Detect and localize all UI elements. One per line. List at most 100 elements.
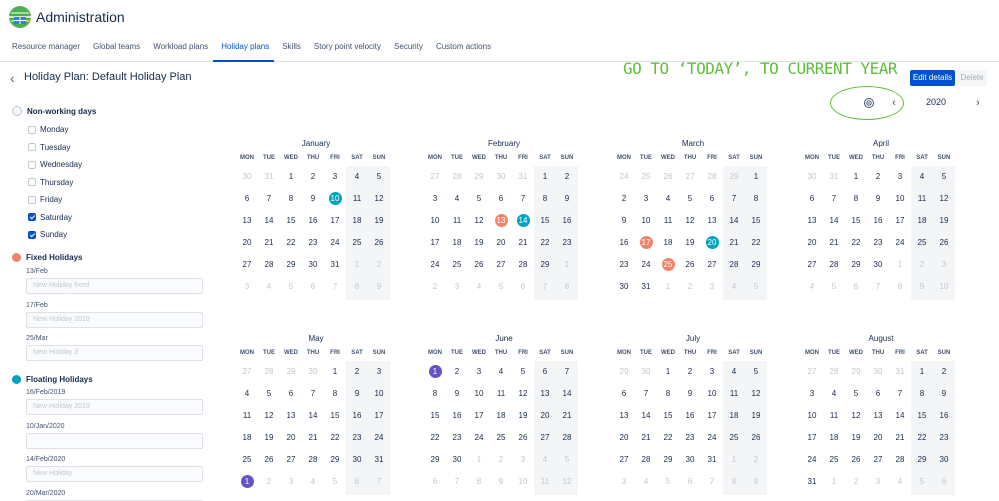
calendar-day[interactable]: 5 (368, 166, 390, 188)
calendar-day[interactable]: 2 (867, 166, 889, 188)
calendar-day[interactable]: 18 (236, 427, 258, 449)
calendar-day[interactable]: 31 (324, 254, 346, 276)
calendar-day[interactable]: 14 (258, 210, 280, 232)
calendar-day[interactable]: 17 (424, 232, 446, 254)
calendar-day[interactable]: 11 (346, 188, 368, 210)
floating-holiday-name-input[interactable]: New Holiday 2019 (26, 399, 203, 415)
calendar-day-outside[interactable]: 9 (745, 471, 767, 493)
calendar-day[interactable]: 1 (280, 166, 302, 188)
calendar-day[interactable]: 21 (512, 232, 534, 254)
calendar-day[interactable]: 5 (512, 361, 534, 383)
calendar-day-outside[interactable]: 3 (280, 471, 302, 493)
calendar-day[interactable]: 28 (258, 254, 280, 276)
checkbox[interactable] (28, 178, 36, 186)
calendar-day[interactable]: 2 (679, 361, 701, 383)
calendar-day[interactable]: 6 (490, 188, 512, 210)
calendar-day[interactable]: 21 (302, 427, 324, 449)
calendar-day-outside[interactable]: 4 (801, 276, 823, 298)
calendar-day-outside[interactable]: 3 (613, 471, 635, 493)
nonworking-day-monday[interactable]: Monday (28, 125, 68, 134)
calendar-day[interactable]: 24 (324, 232, 346, 254)
calendar-day[interactable]: 6 (801, 188, 823, 210)
calendar-day-outside[interactable]: 30 (801, 166, 823, 188)
calendar-day[interactable]: 6 (236, 188, 258, 210)
calendar-day[interactable]: 17 (801, 427, 823, 449)
calendar-day[interactable]: 3 (801, 383, 823, 405)
calendar-day[interactable]: 10 (324, 188, 346, 210)
calendar-day-outside[interactable]: 8 (468, 471, 490, 493)
calendar-day[interactable]: 29 (657, 449, 679, 471)
calendar-day[interactable]: 17 (468, 405, 490, 427)
calendar-day-outside[interactable]: 28 (701, 166, 723, 188)
floating-holiday-name-input[interactable]: New Holiday (26, 466, 203, 482)
calendar-day[interactable]: 7 (258, 188, 280, 210)
calendar-day[interactable]: 28 (556, 427, 578, 449)
calendar-day-outside[interactable]: 5 (823, 276, 845, 298)
calendar-day-outside[interactable]: 30 (635, 361, 657, 383)
calendar-day[interactable]: 16 (613, 232, 635, 254)
calendar-day[interactable]: 25 (490, 427, 512, 449)
calendar-day-outside[interactable]: 30 (302, 361, 324, 383)
calendar-day[interactable]: 6 (534, 361, 556, 383)
calendar-day[interactable]: 8 (745, 188, 767, 210)
calendar-day[interactable]: 4 (657, 188, 679, 210)
calendar-day[interactable]: 12 (368, 188, 390, 210)
calendar-day[interactable]: 30 (933, 449, 955, 471)
calendar-day-outside[interactable]: 1 (723, 449, 745, 471)
calendar-day[interactable]: 3 (889, 166, 911, 188)
calendar-day[interactable]: 23 (613, 254, 635, 276)
calendar-day-outside[interactable]: 30 (867, 361, 889, 383)
calendar-day[interactable]: 29 (845, 254, 867, 276)
calendar-day-outside[interactable]: 6 (845, 276, 867, 298)
calendar-day-outside[interactable]: 29 (468, 166, 490, 188)
tab-resource-manager[interactable]: Resource manager (0, 40, 85, 62)
calendar-day-outside[interactable]: 11 (534, 471, 556, 493)
nonworking-day-tuesday[interactable]: Tuesday (28, 143, 70, 152)
calendar-day[interactable]: 8 (657, 383, 679, 405)
calendar-day[interactable]: 1 (324, 361, 346, 383)
calendar-day[interactable]: 6 (867, 383, 889, 405)
calendar-day-outside[interactable]: 5 (556, 449, 578, 471)
calendar-day[interactable]: 25 (823, 449, 845, 471)
calendar-day[interactable]: 7 (635, 383, 657, 405)
special-holiday-marker[interactable]: 1 (428, 365, 442, 378)
calendar-day[interactable]: 14 (823, 210, 845, 232)
tab-holiday-plans[interactable]: Holiday plans (213, 40, 275, 62)
calendar-day[interactable]: 5 (933, 166, 955, 188)
calendar-day-outside[interactable]: 8 (346, 276, 368, 298)
calendar-day[interactable]: 13 (534, 383, 556, 405)
calendar-day-outside[interactable]: 2 (911, 254, 933, 276)
calendar-day-outside[interactable]: 5 (280, 276, 302, 298)
calendar-day[interactable]: 17 (368, 405, 390, 427)
calendar-day[interactable]: 13 (801, 210, 823, 232)
calendar-day[interactable]: 18 (346, 210, 368, 232)
calendar-day[interactable]: 14 (302, 405, 324, 427)
fixed-holiday-name-input[interactable]: New Holiday fixed (26, 278, 203, 294)
calendar-day[interactable]: 24 (368, 427, 390, 449)
calendar-day-outside[interactable]: 6 (679, 471, 701, 493)
calendar-day-outside[interactable]: 29 (723, 166, 745, 188)
fixed-holiday-marker[interactable]: 13 (494, 214, 508, 227)
calendar-day-outside[interactable]: 5 (911, 471, 933, 493)
calendar-day-outside[interactable]: 10 (933, 276, 955, 298)
calendar-day[interactable]: 19 (933, 210, 955, 232)
calendar-day[interactable]: 18 (446, 232, 468, 254)
calendar-day[interactable]: 6 (613, 383, 635, 405)
calendar-day[interactable]: 16 (556, 210, 578, 232)
calendar-day-outside[interactable]: 3 (446, 276, 468, 298)
calendar-day-outside[interactable]: 6 (933, 471, 955, 493)
calendar-day[interactable]: 14 (889, 405, 911, 427)
calendar-day[interactable]: 13 (236, 210, 258, 232)
calendar-day[interactable]: 8 (280, 188, 302, 210)
calendar-day[interactable]: 11 (490, 383, 512, 405)
calendar-day[interactable]: 14 (556, 383, 578, 405)
calendar-day-outside[interactable]: 8 (556, 276, 578, 298)
calendar-day[interactable]: 23 (867, 232, 889, 254)
calendar-day-outside[interactable]: 28 (823, 361, 845, 383)
calendar-day[interactable]: 15 (280, 210, 302, 232)
calendar-day[interactable]: 29 (424, 449, 446, 471)
calendar-day-outside[interactable]: 4 (635, 471, 657, 493)
calendar-day[interactable]: 12 (468, 210, 490, 232)
calendar-day[interactable]: 5 (258, 383, 280, 405)
calendar-day[interactable]: 19 (258, 427, 280, 449)
